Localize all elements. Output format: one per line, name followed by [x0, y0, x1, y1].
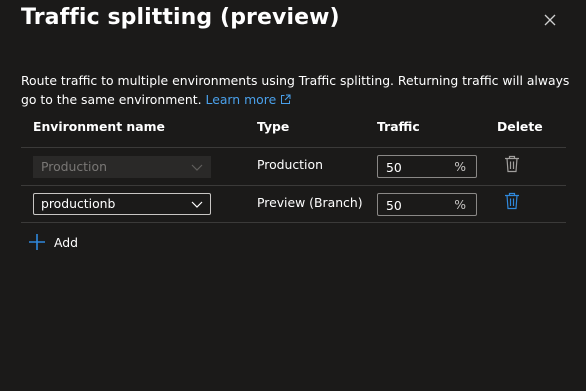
environment-select-production[interactable]: Production: [33, 156, 211, 178]
delete-button-productionb[interactable]: [504, 192, 520, 214]
row-divider: [21, 222, 566, 223]
header-environment-name: Environment name: [33, 119, 165, 134]
add-environment-button[interactable]: Add: [28, 232, 78, 252]
trash-icon: [505, 155, 519, 173]
type-cell: Production: [257, 157, 323, 172]
environment-select-productionb[interactable]: productionb: [33, 193, 211, 215]
header-traffic: Traffic: [377, 119, 420, 134]
trash-icon: [505, 192, 519, 210]
traffic-input-productionb[interactable]: 50 %: [377, 193, 477, 216]
panel-title: Traffic splitting (preview): [21, 5, 340, 30]
traffic-value: 50: [386, 198, 402, 213]
header-type: Type: [257, 119, 290, 134]
chevron-down-icon: [191, 201, 203, 208]
row-divider: [21, 147, 566, 148]
description-text: Route traffic to multiple environments u…: [21, 73, 570, 107]
close-button[interactable]: [540, 10, 560, 30]
header-delete: Delete: [497, 119, 543, 134]
percent-suffix: %: [454, 159, 466, 174]
learn-more-label: Learn more: [205, 92, 277, 107]
delete-button-production[interactable]: [504, 155, 520, 177]
traffic-splitting-panel: Traffic splitting (preview) Route traffi…: [0, 0, 586, 391]
environment-select-value: Production: [41, 159, 107, 174]
add-label: Add: [54, 234, 78, 250]
traffic-value: 50: [386, 160, 402, 175]
traffic-input-production[interactable]: 50 %: [377, 155, 477, 178]
chevron-down-icon: [191, 164, 203, 171]
description: Route traffic to multiple environments u…: [21, 71, 571, 109]
external-link-icon: [281, 94, 291, 104]
type-cell: Preview (Branch): [257, 195, 363, 210]
environment-select-value: productionb: [41, 196, 116, 211]
close-icon: [544, 14, 556, 26]
learn-more-link[interactable]: Learn more: [206, 92, 292, 107]
row-divider: [21, 185, 566, 186]
plus-icon: [29, 234, 45, 250]
percent-suffix: %: [454, 197, 466, 212]
